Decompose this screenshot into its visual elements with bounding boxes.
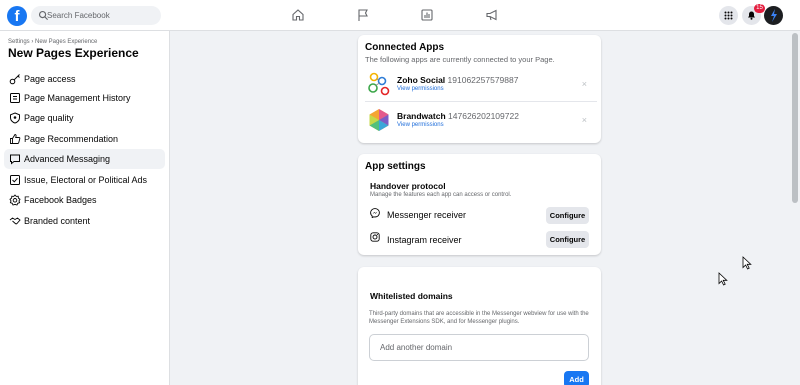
brandwatch-logo-icon — [369, 109, 389, 131]
whitelisted-domains-card — [358, 267, 601, 385]
connected-apps-subtitle: The following apps are currently connect… — [365, 55, 555, 64]
app-id: 147626202109722 — [448, 111, 519, 121]
page-title: New Pages Experience — [8, 46, 139, 60]
sidebar-item-page-access[interactable]: Page access — [4, 69, 165, 89]
sidebar-item-facebook-badges[interactable]: Facebook Badges — [4, 190, 165, 210]
view-permissions-link[interactable]: View permissions — [397, 122, 444, 128]
badge-icon — [9, 194, 21, 206]
sidebar-item-political-ads[interactable]: Issue, Electoral or Political Ads — [4, 170, 165, 190]
sidebar-item-page-management-history[interactable]: Page Management History — [4, 88, 165, 108]
app-name: Brandwatch 147626202109722 — [397, 111, 519, 121]
profile-avatar[interactable] — [764, 6, 783, 25]
sidebar-item-label: Issue, Electoral or Political Ads — [24, 175, 148, 185]
sidebar-item-page-quality[interactable]: Page quality — [4, 108, 165, 128]
mouse-cursor-icon — [718, 272, 728, 286]
connected-apps-title: Connected Apps — [365, 42, 445, 53]
thumb-up-icon — [10, 134, 21, 144]
settings-sidebar: Settings › New Pages Experience New Page… — [0, 31, 170, 385]
configure-messenger-button[interactable]: Configure — [546, 207, 589, 224]
handover-protocol-subtitle: Manage the features each app can access … — [370, 192, 512, 198]
instagram-icon — [370, 232, 380, 242]
remove-app-close-icon[interactable]: × — [582, 79, 587, 89]
view-permissions-link[interactable]: View permissions — [397, 86, 444, 92]
key-icon — [9, 74, 20, 85]
avatar-logo-icon — [771, 9, 777, 22]
domain-input[interactable] — [370, 335, 588, 360]
search-input[interactable]: Search Facebook — [47, 9, 110, 22]
menu-grid-button[interactable] — [719, 6, 738, 25]
scrollbar-thumb[interactable] — [792, 33, 798, 203]
app-name: Zoho Social 191062257579887 — [397, 75, 519, 85]
whitelisted-domains-title: Whitelisted domains — [370, 291, 453, 301]
handshake-icon — [9, 217, 21, 225]
sidebar-item-branded-content[interactable]: Branded content — [4, 211, 165, 231]
sidebar-item-page-recommendation[interactable]: Page Recommendation — [4, 129, 165, 149]
messenger-receiver-label: Messenger receiver — [387, 210, 467, 220]
home-icon[interactable] — [291, 8, 305, 22]
sidebar-item-label: Branded content — [24, 216, 91, 226]
sidebar-item-label: Advanced Messaging — [24, 154, 111, 164]
grid-icon — [724, 11, 733, 20]
chat-bubble-icon — [10, 154, 20, 165]
shield-icon — [10, 112, 20, 124]
sidebar-item-label: Page Management History — [24, 93, 131, 103]
breadcrumb[interactable]: Settings › New Pages Experience — [8, 39, 97, 45]
flag-icon[interactable] — [356, 8, 370, 22]
search-box[interactable]: Search Facebook — [31, 6, 161, 25]
top-navigation-bar: f Search Facebook 15 — [0, 0, 800, 31]
sidebar-item-label: Page access — [24, 74, 76, 84]
history-icon — [10, 93, 20, 103]
add-domain-button[interactable]: Add — [564, 371, 589, 385]
sidebar-item-label: Page quality — [24, 113, 74, 123]
instagram-receiver-label: Instagram receiver — [387, 235, 462, 245]
sidebar-item-label: Page Recommendation — [24, 134, 119, 144]
notification-count-badge: 15 — [754, 4, 765, 13]
mouse-cursor-icon — [742, 256, 752, 270]
zoho-social-logo-icon — [368, 72, 390, 96]
ballot-icon — [10, 175, 20, 185]
app-settings-title: App settings — [365, 161, 426, 172]
messenger-icon — [370, 208, 380, 218]
connected-apps-card: Connected Apps The following apps are cu… — [358, 35, 601, 143]
sidebar-item-label: Facebook Badges — [24, 195, 97, 205]
insights-icon[interactable] — [420, 8, 434, 22]
connected-app-row: Brandwatch 147626202109722 View permissi… — [365, 103, 597, 138]
configure-instagram-button[interactable]: Configure — [546, 231, 589, 248]
app-id: 191062257579887 — [447, 75, 519, 85]
sidebar-item-advanced-messaging[interactable]: Advanced Messaging — [4, 149, 165, 169]
connected-app-row: Zoho Social 191062257579887 View permiss… — [365, 67, 597, 102]
whitelisted-domains-description: Third-party domains that are accessible … — [369, 311, 589, 325]
remove-app-close-icon[interactable]: × — [582, 115, 587, 125]
facebook-logo-icon[interactable]: f — [7, 6, 27, 26]
domain-input-field[interactable] — [369, 334, 589, 361]
page-scrollbar[interactable] — [790, 31, 800, 385]
megaphone-icon[interactable] — [485, 8, 499, 22]
handover-protocol-title: Handover protocol — [370, 181, 446, 191]
